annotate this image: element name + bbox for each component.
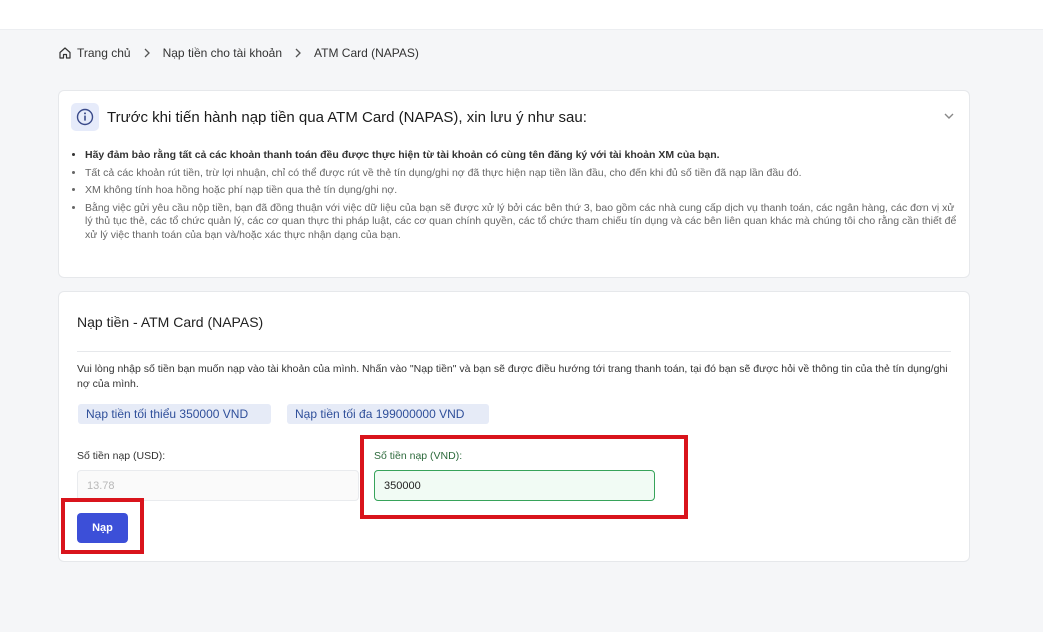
form-description: Vui lòng nhập số tiền bạn muốn nạp vào t…	[77, 363, 948, 390]
notice-list: Hãy đảm bảo rằng tất cả các khoản thanh …	[85, 149, 957, 246]
breadcrumb-deposit[interactable]: Nạp tiền cho tài khoản	[163, 46, 282, 60]
highlight-box-vnd	[360, 435, 688, 519]
chevron-right-icon	[294, 48, 302, 58]
list-item: XM không tính hoa hồng hoặc phí nạp tiền…	[85, 184, 957, 198]
list-item: Hãy đảm bảo rằng tất cả các khoản thanh …	[85, 149, 957, 163]
usd-amount-label: Số tiền nạp (USD):	[77, 450, 166, 462]
usd-amount-input[interactable]: 13.78	[77, 470, 359, 501]
chevron-down-icon[interactable]	[943, 109, 955, 121]
chevron-right-icon	[143, 48, 151, 58]
info-icon	[71, 103, 99, 131]
max-amount-badge: Nạp tiền tối đa 199000000 VND	[287, 404, 489, 424]
home-icon[interactable]	[58, 46, 72, 60]
breadcrumb: Trang chủ Nạp tiền cho tài khoản ATM Car…	[58, 45, 419, 61]
divider	[77, 351, 951, 352]
breadcrumb-current: ATM Card (NAPAS)	[314, 46, 419, 60]
top-bar	[0, 0, 1043, 30]
list-item: Bằng việc gửi yêu cầu nộp tiền, bạn đã đ…	[85, 202, 957, 243]
form-title: Nạp tiền - ATM Card (NAPAS)	[77, 314, 264, 330]
notice-panel: Trước khi tiến hành nạp tiền qua ATM Car…	[58, 90, 970, 278]
min-amount-badge: Nạp tiền tối thiểu 350000 VND	[78, 404, 271, 424]
deposit-form: Nạp tiền - ATM Card (NAPAS) Vui lòng nhậ…	[58, 291, 970, 562]
notice-title: Trước khi tiến hành nạp tiền qua ATM Car…	[107, 109, 587, 126]
highlight-box-submit	[61, 498, 144, 554]
breadcrumb-home[interactable]: Trang chủ	[77, 46, 131, 60]
list-item: Tất cả các khoản rút tiền, trừ lợi nhuận…	[85, 167, 957, 181]
